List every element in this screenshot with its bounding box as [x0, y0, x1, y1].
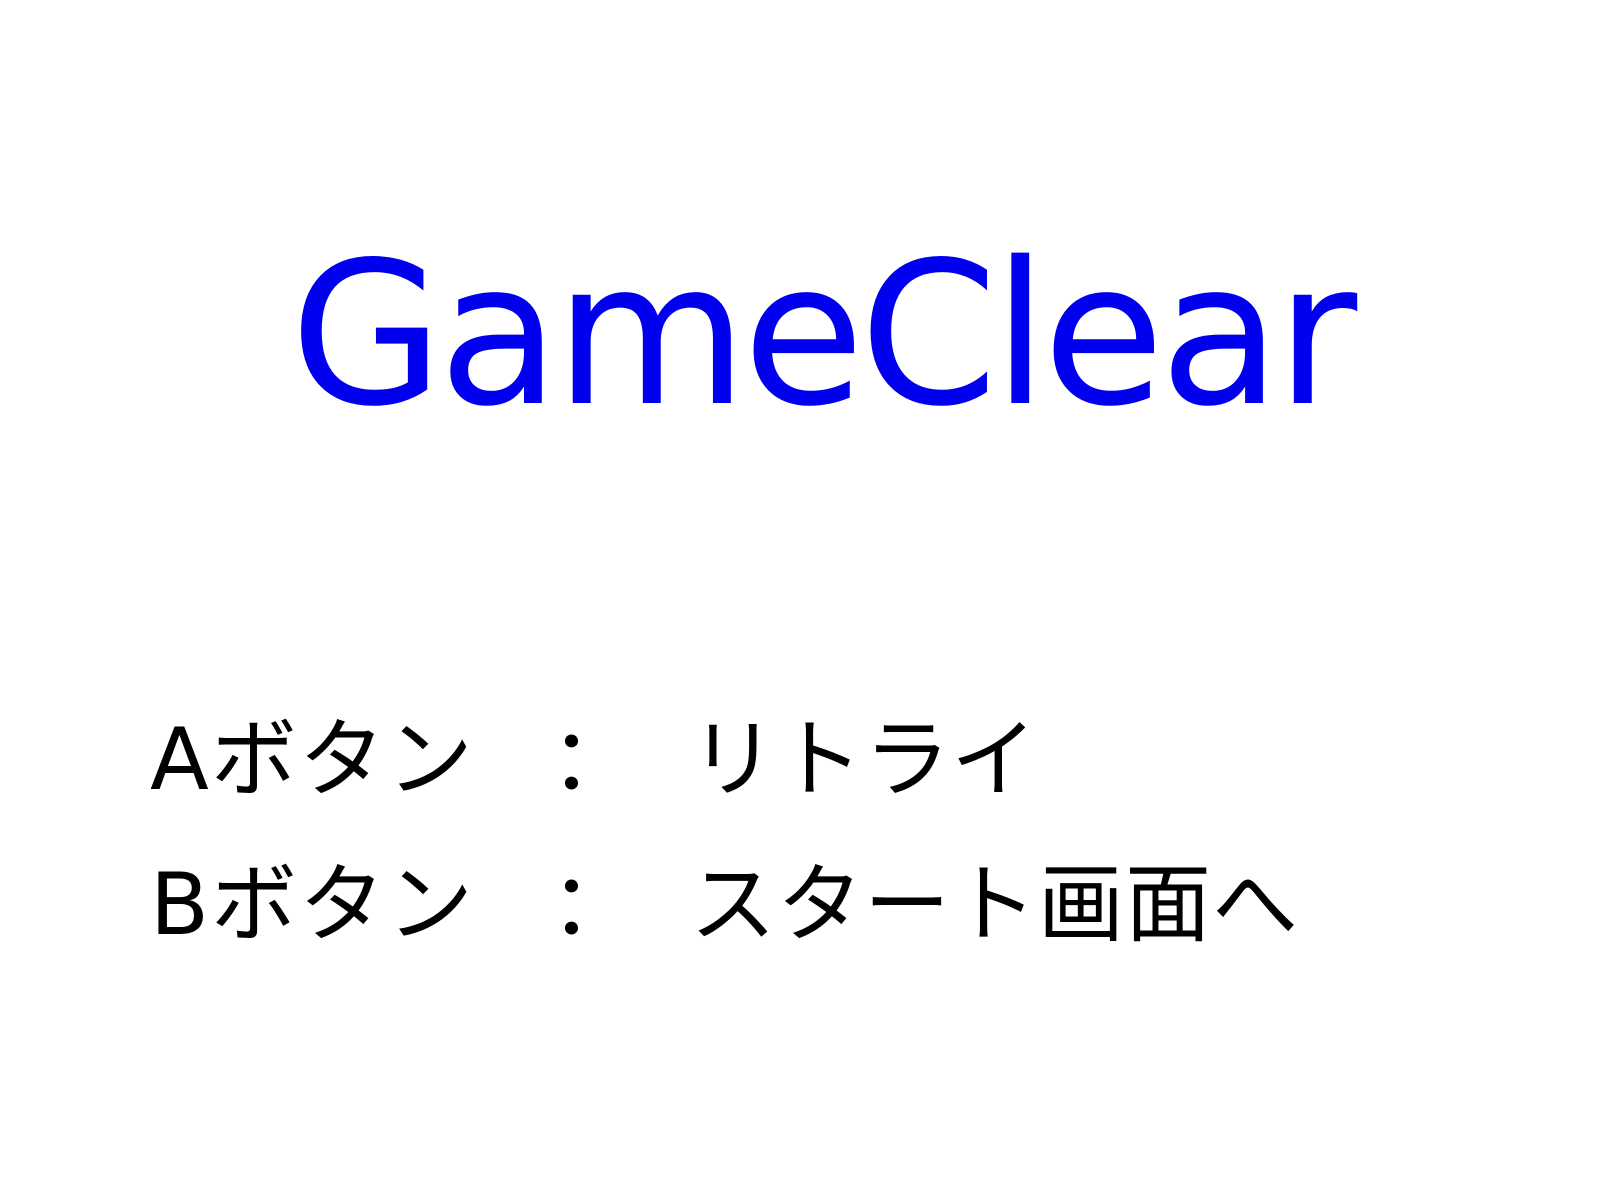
retry-action-label: リトライ — [690, 710, 1038, 810]
b-button-label: Bボタン — [150, 855, 475, 955]
control-row-retry: Aボタン ： リトライ — [150, 708, 1370, 813]
game-clear-title: GameClear — [290, 219, 1357, 450]
game-clear-screen: GameClear Aボタン ： リトライ Bボタン ： スタート画面へ — [0, 0, 1600, 1200]
start-screen-action-label: スタート画面へ — [690, 855, 1299, 955]
a-button-label: Aボタン — [150, 710, 475, 810]
control-instructions: Aボタン ： リトライ Bボタン ： スタート画面へ — [150, 708, 1370, 968]
start-screen-separator: ： — [550, 855, 636, 955]
control-row-start-screen: Bボタン ： スタート画面へ — [150, 853, 1370, 958]
retry-separator: ： — [550, 710, 636, 810]
